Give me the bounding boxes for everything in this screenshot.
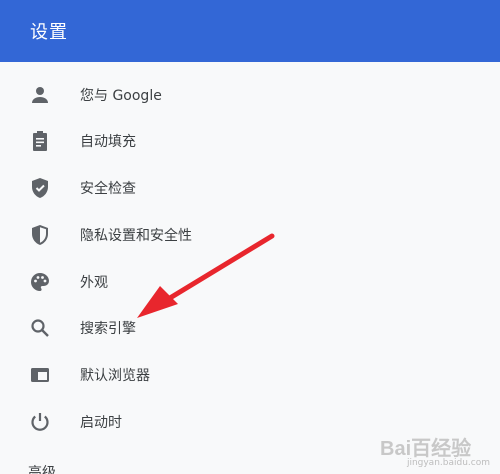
- page-title: 设置: [30, 22, 68, 43]
- menu-item-label: 安全检查: [80, 181, 136, 197]
- menu-item-you-and-google[interactable]: 您与 Google: [0, 72, 500, 118]
- search-icon: [28, 316, 52, 340]
- menu-item-label: 隐私设置和安全性: [80, 228, 192, 244]
- menu-item-search-engine[interactable]: 搜索引擎: [0, 305, 500, 351]
- settings-sidebar: 您与 Google 自动填充 安全检查 隐私设置和安全性 外观 搜索引擎 默认浏…: [0, 62, 500, 474]
- menu-item-privacy-security[interactable]: 隐私设置和安全性: [0, 212, 500, 258]
- menu-item-label: 启动时: [80, 415, 122, 431]
- menu-item-default-browser[interactable]: 默认浏览器: [0, 352, 500, 398]
- browser-icon: [28, 363, 52, 387]
- shield-half-icon: [28, 223, 52, 247]
- watermark-url: jingyan.baidu.com: [406, 458, 490, 468]
- menu-item-label: 搜索引擎: [80, 321, 136, 337]
- advanced-section-label[interactable]: 高级: [28, 462, 56, 474]
- menu-item-label: 自动填充: [80, 134, 136, 150]
- menu-item-appearance[interactable]: 外观: [0, 259, 500, 305]
- watermark-brand: Bai百经验: [380, 438, 472, 460]
- settings-header: 设置: [0, 0, 500, 62]
- power-icon: [28, 410, 52, 434]
- shield-check-icon: [28, 176, 52, 200]
- menu-item-label: 默认浏览器: [80, 368, 150, 384]
- baidu-watermark: Bai百经验 jingyan.baidu.com: [380, 432, 490, 468]
- menu-item-autofill[interactable]: 自动填充: [0, 118, 500, 164]
- menu-item-safety-check[interactable]: 安全检查: [0, 165, 500, 211]
- person-icon: [28, 83, 52, 107]
- palette-icon: [28, 270, 52, 294]
- menu-item-label: 外观: [80, 275, 108, 291]
- menu-item-label: 您与 Google: [80, 88, 162, 104]
- clipboard-icon: [28, 129, 52, 153]
